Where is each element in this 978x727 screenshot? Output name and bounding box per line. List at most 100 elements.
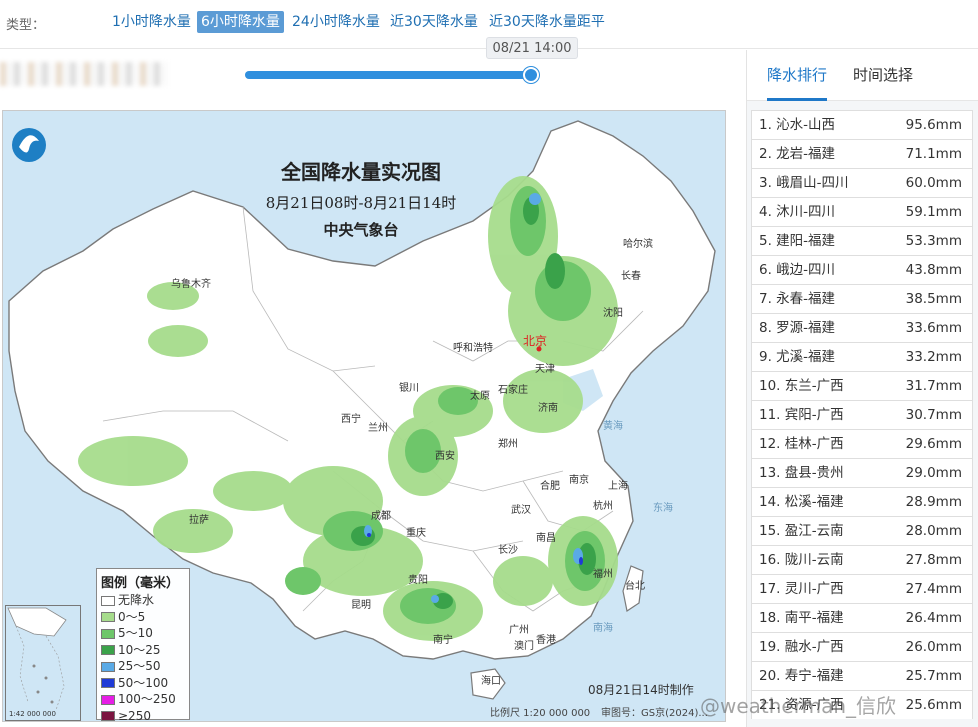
city-label-fuzhou: 福州: [593, 567, 613, 580]
city-label-nanjing: 南京: [569, 473, 589, 486]
ranking-row[interactable]: 5. 建阳-福建 53.3mm: [751, 226, 973, 255]
precip-value: 26.4mm: [905, 610, 962, 626]
station-name: 18. 南平-福建: [759, 610, 844, 626]
station-name: 9. 尤溪-福建: [759, 349, 836, 365]
precip-value: 28.0mm: [905, 523, 962, 539]
city-label-wuhan: 武汉: [511, 503, 531, 516]
tab-6h-precip[interactable]: 6小时降水量: [197, 11, 284, 33]
legend-title: 图例（毫米）: [101, 576, 180, 591]
station-name: 7. 永春-福建: [759, 291, 836, 307]
ranking-row[interactable]: 8. 罗源-福建 33.6mm: [751, 313, 973, 342]
city-label-lhasa: 拉萨: [189, 513, 209, 526]
city-label-taiyuan: 太原: [470, 389, 490, 402]
legend-label: 100～250: [118, 692, 176, 706]
time-tooltip: 08/21 14:00: [486, 37, 578, 59]
ranking-row[interactable]: 17. 灵川-广西 27.4mm: [751, 574, 973, 603]
ranking-row[interactable]: 11. 宾阳-广西 30.7mm: [751, 400, 973, 429]
ranking-list: 1. 沁水-山西 95.6mm 2. 龙岩-福建 71.1mm 3. 峨眉山-四川 6…: [751, 110, 973, 719]
city-label-hefei: 合肥: [540, 479, 560, 492]
precip-value: 43.8mm: [905, 262, 962, 278]
ranking-row[interactable]: 19. 融水-广西 26.0mm: [751, 632, 973, 661]
ranking-panel: 降水排行 时间选择 1. 沁水-山西 95.6mm 2. 龙岩-福建 71.1mm …: [746, 50, 978, 727]
ranking-row[interactable]: 7. 永春-福建 38.5mm: [751, 284, 973, 313]
legend-row: 无降水: [101, 592, 185, 609]
ranking-row[interactable]: 14. 松溪-福建 28.9mm: [751, 487, 973, 516]
ranking-row[interactable]: 13. 盘县-贵州 29.0mm: [751, 458, 973, 487]
station-name: 14. 松溪-福建: [759, 494, 844, 510]
station-name: 1. 沁水-山西: [759, 117, 836, 133]
legend-swatch: [101, 612, 115, 622]
city-label-hongkong: 香港: [536, 634, 556, 646]
tab-30d-precip[interactable]: 近30天降水量: [386, 11, 482, 33]
precip-value: 29.0mm: [905, 465, 962, 481]
city-label-xining: 西宁: [341, 412, 361, 425]
tab-precip-ranking[interactable]: 降水排行: [767, 64, 828, 101]
ranking-row[interactable]: 15. 盈江-云南 28.0mm: [751, 516, 973, 545]
tab-time-select[interactable]: 时间选择: [853, 64, 913, 98]
sea-label-south: 南海: [593, 621, 613, 634]
time-slider-handle[interactable]: [523, 67, 539, 83]
legend-row: 25～50: [101, 658, 185, 675]
ranking-row[interactable]: 1. 沁水-山西 95.6mm: [751, 110, 973, 139]
station-name: 12. 桂林-广西: [759, 436, 844, 452]
ranking-row[interactable]: 3. 峨眉山-四川 60.0mm: [751, 168, 973, 197]
ranking-row[interactable]: 6. 峨边-四川 43.8mm: [751, 255, 973, 284]
station-name: 8. 罗源-福建: [759, 320, 836, 336]
city-label-hohhot: 呼和浩特: [453, 342, 493, 354]
station-name: 19. 融水-广西: [759, 639, 844, 655]
precip-value: 29.6mm: [905, 436, 962, 452]
precipitation-map[interactable]: 全国降水量实况图 8月21日08时-8月21日14时 中央气象台 黄海 东海 南…: [2, 110, 726, 722]
legend-swatch: [101, 678, 115, 688]
tab-30d-anomaly[interactable]: 近30天降水量距平: [485, 11, 609, 33]
station-name: 3. 峨眉山-四川: [759, 175, 849, 191]
precip-value: 28.9mm: [905, 494, 962, 510]
legend-row: 10～25: [101, 642, 185, 659]
city-label-chengdu: 成都: [371, 510, 391, 522]
type-label: 类型：: [6, 18, 46, 33]
ranking-row[interactable]: 16. 陇川-云南 27.8mm: [751, 545, 973, 574]
station-name: 11. 宾阳-广西: [759, 407, 844, 423]
legend-row: 50～100: [101, 675, 185, 692]
precip-value: 27.8mm: [905, 552, 962, 568]
legend-label: 10～25: [118, 642, 161, 657]
sea-label-east: 东海: [653, 501, 673, 514]
city-label-shanghai: 上海: [608, 479, 628, 492]
tab-1h-precip[interactable]: 1小时降水量: [108, 11, 195, 33]
map-subtitle: 8月21日08时-8月21日14时: [266, 194, 457, 212]
legend-label: ≥250: [118, 708, 151, 722]
city-label-nanchang: 南昌: [536, 531, 556, 544]
legend-row: 5～10: [101, 625, 185, 642]
city-label-shijiazhuang: 石家庄: [498, 383, 528, 396]
station-name: 17. 灵川-广西: [759, 581, 844, 597]
ranking-row[interactable]: 2. 龙岩-福建 71.1mm: [751, 139, 973, 168]
precip-value: 26.0mm: [905, 639, 962, 655]
precip-value: 25.7mm: [905, 668, 962, 684]
tab-24h-precip[interactable]: 24小时降水量: [288, 11, 384, 33]
station-name: 13. 盘县-贵州: [759, 465, 844, 481]
city-label-tianjin: 天津: [535, 363, 555, 375]
legend-swatch: [101, 645, 115, 655]
ranking-row[interactable]: 10. 东兰-广西 31.7mm: [751, 371, 973, 400]
south-china-sea-inset: 1:42 000 000: [5, 605, 81, 721]
legend-row: ≥250: [101, 708, 185, 722]
precip-value: 33.2mm: [905, 349, 962, 365]
time-slider-track[interactable]: [245, 67, 539, 83]
precip-value: 27.4mm: [905, 581, 962, 597]
cma-logo-icon: [12, 128, 46, 162]
city-label-urumqi: 乌鲁木齐: [171, 277, 211, 290]
ranking-row[interactable]: 20. 寿宁-福建 25.7mm: [751, 661, 973, 690]
legend-label: 25～50: [118, 659, 161, 673]
ranking-row[interactable]: 12. 桂林-广西 29.6mm: [751, 429, 973, 458]
city-label-yinchuan: 银川: [399, 381, 419, 394]
precip-value: 59.1mm: [905, 204, 962, 220]
station-name: 15. 盈江-云南: [759, 523, 844, 539]
watermark: @weatherman_信欣: [700, 694, 897, 718]
ranking-row[interactable]: 4. 沐川-四川 59.1mm: [751, 197, 973, 226]
legend-swatch: [101, 661, 115, 672]
city-label-guiyang: 贵阳: [408, 573, 428, 586]
station-name: 20. 寿宁-福建: [759, 668, 844, 684]
ranking-row[interactable]: 18. 南平-福建 26.4mm: [751, 603, 973, 632]
map-approval-number: 审图号：GS京(2024)...: [601, 708, 708, 719]
precip-value: 60.0mm: [905, 175, 962, 191]
ranking-row[interactable]: 9. 尤溪-福建 33.2mm: [751, 342, 973, 371]
